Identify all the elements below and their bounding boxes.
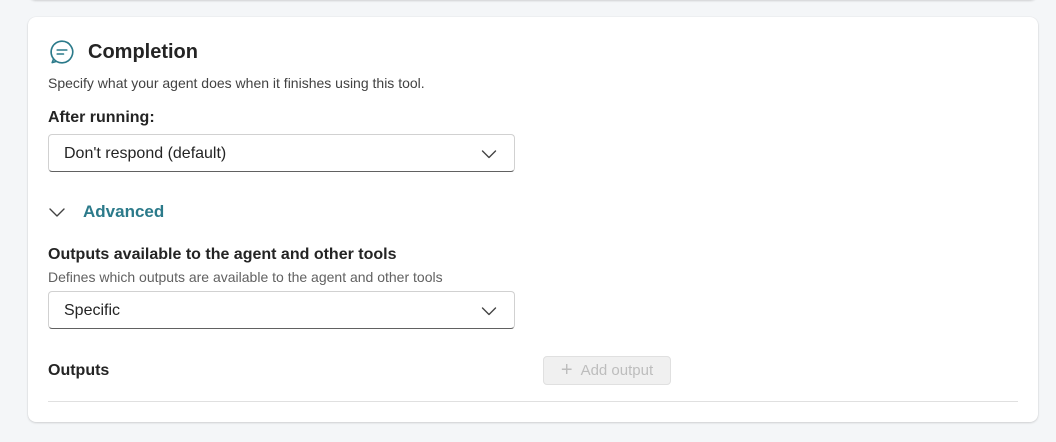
outputs-available-description: Defines which outputs are available to t…	[48, 269, 443, 285]
after-running-value: Don't respond (default)	[64, 145, 227, 162]
outputs-available-value: Specific	[64, 302, 121, 319]
advanced-label: Advanced	[83, 202, 165, 221]
outputs-available-dropdown[interactable]: Specific	[48, 291, 515, 329]
section-description: Specify what your agent does when it fin…	[48, 75, 425, 91]
chat-bubble-icon	[48, 38, 76, 66]
chevron-down-icon	[481, 304, 497, 316]
outputs-available-label: Outputs available to the agent and other…	[48, 246, 397, 263]
chevron-down-icon	[48, 200, 72, 224]
after-running-dropdown[interactable]: Don't respond (default)	[48, 134, 515, 172]
add-output-label: Add output	[580, 361, 654, 379]
plus-icon: +	[560, 358, 573, 381]
after-running-label: After running:	[48, 109, 155, 126]
add-output-button[interactable]: + Add output	[543, 356, 671, 385]
advanced-toggle[interactable]: Advanced	[48, 200, 164, 224]
outputs-label: Outputs	[48, 362, 110, 379]
divider	[48, 401, 1018, 402]
completion-card: Completion Specify what your agent does …	[28, 17, 1038, 422]
section-title: Completion	[88, 41, 198, 63]
chevron-down-icon	[481, 147, 497, 159]
